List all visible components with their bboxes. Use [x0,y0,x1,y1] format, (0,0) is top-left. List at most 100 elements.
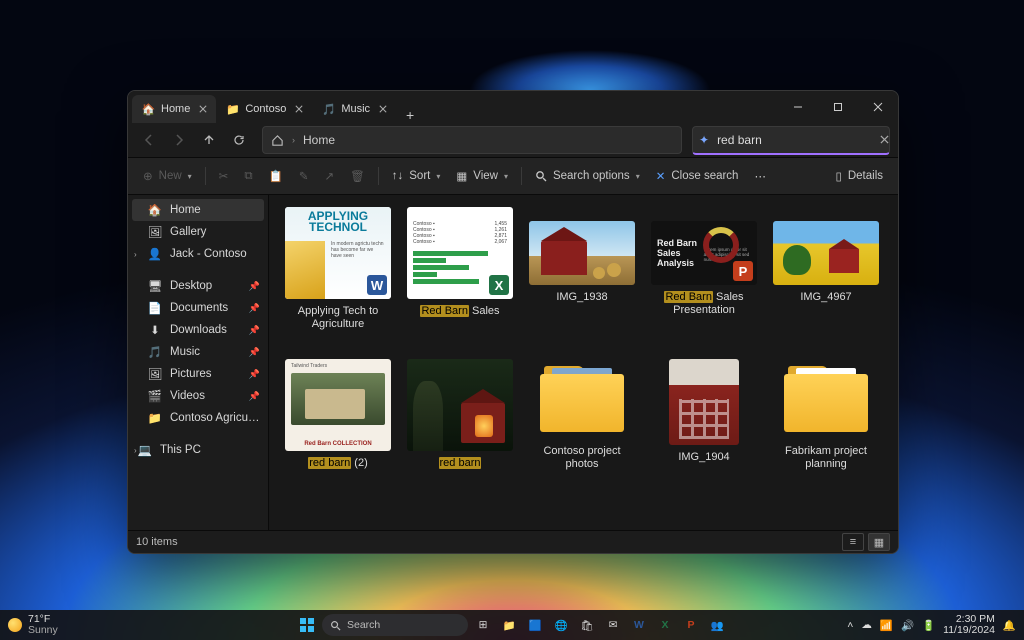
new-button[interactable]: ⊕New▾ [136,163,199,189]
window-controls [778,91,898,123]
details-pane-button[interactable]: ▯Details [829,163,891,189]
delete-button[interactable]: 🗑 [343,163,372,189]
sidebar-item-downloads[interactable]: ⬇Downloads📌 [128,319,268,341]
breadcrumb[interactable]: Home [303,133,335,147]
thumbnail [529,221,635,285]
more-button[interactable]: ⋯ [747,163,773,189]
sidebar-item-gallery[interactable]: 🖼Gallery [128,221,268,243]
pin-icon: 📌 [249,391,260,402]
share-button[interactable]: ↗ [318,163,342,189]
volume-tray-icon[interactable]: 🔊 [901,619,914,632]
minimize-button[interactable] [778,91,818,123]
up-button[interactable] [196,127,222,153]
forward-button[interactable] [166,127,192,153]
taskbar-clock[interactable]: 2:30 PM 11/19/2024 [943,614,995,636]
desktop: 🏠 Home 📁 Contoso 🎵 Music + [0,0,1024,640]
close-tab-button[interactable] [196,102,210,116]
weather-condition: Sunny [28,625,58,636]
sidebar-item-pictures[interactable]: 🖼Pictures📌 [128,363,268,385]
file-name: red barn [439,457,482,470]
powerpoint-badge-icon: P [733,261,753,281]
chevron-up-icon[interactable]: ˄ [847,619,853,631]
close-tab-button[interactable] [376,102,390,116]
wifi-tray-icon[interactable]: 📶 [880,619,893,632]
tab-home[interactable]: 🏠 Home [132,95,216,123]
sidebar-item-thispc[interactable]: ›💻This PC [128,439,268,461]
tab-contoso[interactable]: 📁 Contoso [216,95,312,123]
content-area[interactable]: APPLYING TECHNOL In modern agrictu techn… [269,195,898,530]
refresh-button[interactable] [226,127,252,153]
sidebar-item-documents[interactable]: 📄Documents📌 [128,297,268,319]
chevron-right-icon[interactable]: › [134,250,137,259]
store-taskbar-icon[interactable]: 🛍 [576,614,598,636]
folder-icon: 📁 [226,103,239,116]
back-button[interactable] [136,127,162,153]
music-icon: 🎵 [148,345,162,359]
item-count: 10 items [136,536,178,548]
file-item[interactable]: IMG_1904 [651,359,757,471]
task-view-button[interactable]: ⊞ [472,614,494,636]
maximize-button[interactable] [818,91,858,123]
rename-button[interactable]: ✎ [292,163,316,189]
start-button[interactable] [296,614,318,636]
close-window-button[interactable] [858,91,898,123]
teams-taskbar-icon[interactable]: 👥 [706,614,728,636]
notifications-tray-icon[interactable]: 🔔 [1003,619,1016,632]
close-search-button[interactable]: ✕Close search [649,163,746,189]
sidebar-item-music[interactable]: 🎵Music📌 [128,341,268,363]
outlook-taskbar-icon[interactable]: ✉ [602,614,624,636]
onedrive-tray-icon[interactable]: ☁ [861,619,872,631]
folder-item[interactable]: X Fabrikam project planning [773,359,879,471]
thumbnail: Red Barn Sales Analysis Lorem ipsum dolo… [651,221,757,285]
clear-search-button[interactable] [880,135,889,144]
file-item[interactable]: red barn [407,359,513,471]
excel-taskbar-icon[interactable]: X [654,614,676,636]
file-name: Applying Tech to Agriculture [285,305,391,331]
file-item[interactable]: IMG_1938 [529,207,635,331]
folder-icon: 📁 [148,411,162,425]
file-item[interactable]: Tailwind Traders Red Barn COLLECTION red… [285,359,391,471]
paste-button[interactable]: 📋 [262,163,290,189]
taskbar[interactable]: 71°F Sunny Search ⊞ 📁 🟦 🌐 🛍 ✉ W X P 👥 ˄ … [0,610,1024,640]
edge-taskbar-icon[interactable]: 🌐 [550,614,572,636]
copy-button[interactable]: ⧉ [237,163,259,189]
tab-label: Contoso [245,103,286,115]
pin-icon: 📌 [249,281,260,292]
folder-item[interactable]: Contoso project photos [529,359,635,471]
file-item[interactable]: Contoso ▪1,455 Contoso ▪1,261 Contoso ▪2… [407,207,513,331]
tab-strip: 🏠 Home 📁 Contoso 🎵 Music + [128,91,424,123]
copilot-taskbar-icon[interactable]: 🟦 [524,614,546,636]
home-icon: 🏠 [148,203,162,217]
new-tab-button[interactable]: + [396,107,424,123]
file-item[interactable]: IMG_4967 [773,207,879,331]
sidebar-item-videos[interactable]: 🎬Videos📌 [128,385,268,407]
powerpoint-taskbar-icon[interactable]: P [680,614,702,636]
search-options-button[interactable]: Search options▾ [528,163,647,189]
word-taskbar-icon[interactable]: W [628,614,650,636]
explorer-taskbar-icon[interactable]: 📁 [498,614,520,636]
search-input[interactable]: ✦ [692,126,890,155]
titlebar[interactable]: 🏠 Home 📁 Contoso 🎵 Music + [128,91,898,123]
search-field[interactable] [715,132,874,148]
battery-tray-icon[interactable]: 🔋 [922,619,935,632]
icons-view-button[interactable]: ▦ [868,533,890,551]
file-item[interactable]: Red Barn Sales Analysis Lorem ipsum dolo… [651,207,757,331]
sort-button[interactable]: ↑↓Sort▾ [385,163,448,189]
view-button[interactable]: ▦View▾ [449,163,515,189]
tab-music[interactable]: 🎵 Music [312,95,396,123]
taskbar-search[interactable]: Search [322,614,468,636]
details-view-button[interactable]: ≡ [842,533,864,551]
sidebar-item-user[interactable]: ›👤Jack - Contoso [128,243,268,265]
sidebar-item-home[interactable]: 🏠Home [132,199,264,221]
thumbnail [773,221,879,285]
home-icon [271,134,284,147]
sidebar-item-desktop[interactable]: 🖥Desktop📌 [128,275,268,297]
pc-icon: 💻 [138,443,152,457]
cut-button[interactable]: ✂ [212,163,236,189]
taskbar-weather[interactable]: 71°F Sunny [0,614,58,636]
chevron-right-icon[interactable]: › [134,446,137,455]
sidebar-item-project[interactable]: 📁Contoso Agriculture Project [128,407,268,429]
address-bar[interactable]: › Home [262,126,682,154]
close-tab-button[interactable] [292,102,306,116]
file-item[interactable]: APPLYING TECHNOL In modern agrictu techn… [285,207,391,331]
